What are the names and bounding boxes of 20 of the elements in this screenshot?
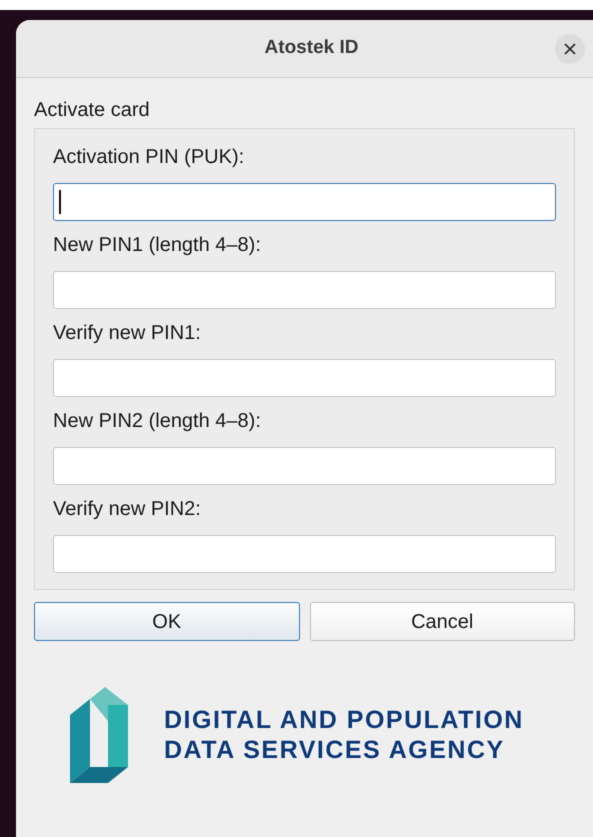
field-label: New PIN1 (length 4–8): — [53, 233, 262, 257]
input-field[interactable] — [53, 535, 556, 573]
field-label: Verify new PIN1: — [53, 321, 202, 345]
close-button[interactable] — [555, 34, 585, 64]
ok-button[interactable]: OK — [34, 602, 300, 641]
field-label: New PIN2 (length 4–8): — [53, 409, 262, 433]
agency-name: DIGITAL AND POPULATION — [164, 705, 524, 735]
input-field[interactable] — [53, 359, 556, 397]
window-title: Atostek ID — [264, 36, 358, 60]
field-label: Verify new PIN2: — [53, 497, 202, 521]
logo-icon — [70, 687, 128, 783]
input-field[interactable] — [53, 271, 556, 309]
group-title: Activate card — [34, 98, 151, 122]
agency-name: DATA SERVICES AGENCY — [164, 735, 506, 765]
cancel-button[interactable]: Cancel — [310, 602, 575, 641]
input-field[interactable] — [53, 447, 556, 485]
text-cursor — [59, 190, 61, 214]
field-label: Activation PIN (PUK): — [53, 145, 246, 169]
close-icon — [564, 43, 576, 55]
input-field[interactable] — [53, 183, 556, 221]
